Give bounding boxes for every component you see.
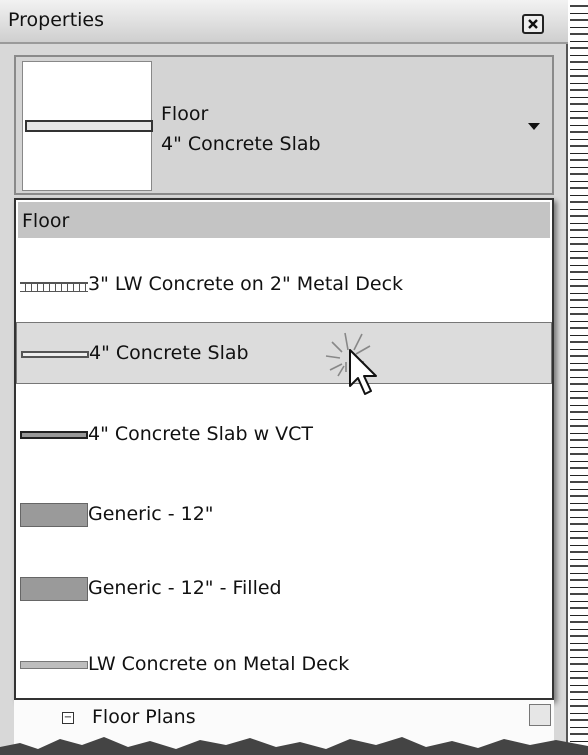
torn-edge-decoration xyxy=(0,737,588,755)
list-item-label: 4" Concrete Slab xyxy=(89,342,249,364)
list-item-concrete-slab-vct[interactable]: 4" Concrete Slab w VCT xyxy=(16,404,552,466)
list-item-concrete-slab[interactable]: 4" Concrete Slab xyxy=(16,322,552,384)
list-item-lw-concrete-deck[interactable]: LW Concrete on Metal Deck xyxy=(16,634,552,696)
chevron-down-icon[interactable] xyxy=(528,123,540,130)
list-item-lw-concrete-metal-deck[interactable]: 3" LW Concrete on 2" Metal Deck xyxy=(16,254,552,316)
palette-title: Properties xyxy=(8,9,105,31)
list-item-label: LW Concrete on Metal Deck xyxy=(88,653,350,675)
type-preview-image xyxy=(22,61,153,191)
close-button[interactable] xyxy=(522,14,544,34)
palette-titlebar: Properties xyxy=(0,0,568,44)
mouse-pointer-icon xyxy=(325,332,377,395)
group-header-floor: Floor xyxy=(18,202,550,238)
generic-fill-icon xyxy=(20,503,88,527)
list-item-generic-12-filled[interactable]: Generic - 12" - Filled xyxy=(16,558,552,620)
list-item-label: 4" Concrete Slab w VCT xyxy=(88,423,314,445)
slab-vct-icon xyxy=(20,431,88,439)
list-item-label: 3" LW Concrete on 2" Metal Deck xyxy=(88,273,404,295)
arrow-cursor-icon xyxy=(349,349,377,395)
metal-deck-icon xyxy=(20,282,88,292)
adjacent-window-edge xyxy=(570,0,588,755)
list-item-label: Generic - 12" xyxy=(88,503,214,525)
list-item-generic-12[interactable]: Generic - 12" xyxy=(16,484,552,546)
group-label: Floor xyxy=(22,210,70,232)
lw-deck-icon xyxy=(20,661,88,669)
close-icon xyxy=(528,19,538,29)
generic-fill-icon xyxy=(20,577,88,601)
collapse-toggle[interactable]: − xyxy=(62,712,74,724)
type-selector[interactable]: Floor 4" Concrete Slab xyxy=(14,55,554,195)
type-dropdown-list: Floor 3" LW Concrete on 2" Metal Deck 4"… xyxy=(14,198,554,700)
type-name-label: 4" Concrete Slab xyxy=(161,133,321,155)
slab-icon xyxy=(21,351,89,358)
type-family-label: Floor xyxy=(161,103,209,125)
scrollbar-thumb[interactable] xyxy=(529,704,551,726)
slab-preview-icon xyxy=(25,120,153,132)
list-item-label: Generic - 12" - Filled xyxy=(88,577,282,599)
